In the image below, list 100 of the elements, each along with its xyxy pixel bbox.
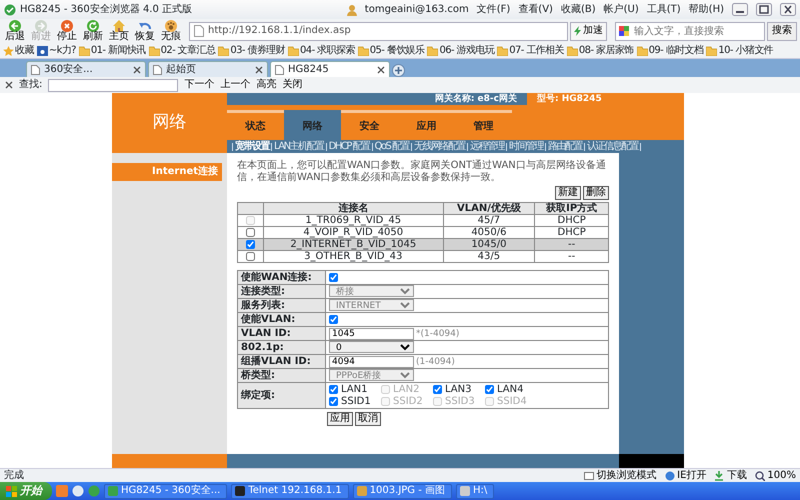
dropdown[interactable]: 0	[329, 341, 414, 354]
close-icon[interactable]	[133, 66, 141, 74]
sub-tab[interactable]: LAN主机配置	[274, 142, 324, 152]
browser-tab[interactable]: HG8245	[270, 61, 390, 77]
close-icon[interactable]	[255, 66, 263, 74]
checkbox[interactable]	[329, 272, 338, 282]
page-icon	[153, 64, 162, 74]
find-field[interactable]	[48, 78, 178, 92]
folder-icon	[497, 46, 508, 56]
bookmark[interactable]: 05- 餐饮娱乐	[358, 44, 424, 56]
folder-icon	[706, 46, 718, 56]
bookmark[interactable]: 04- 求职探索	[288, 44, 355, 56]
search-field[interactable]: 输入文字，直接搜索	[615, 22, 765, 40]
find-button[interactable]: 高亮	[256, 79, 276, 91]
form-button[interactable]: 应用	[327, 412, 353, 426]
gateway-name: 网关名称: e8-c网关	[227, 93, 527, 105]
menu-item[interactable]: 帐户(U)	[604, 4, 639, 16]
maximize-icon[interactable]	[756, 3, 772, 16]
app-icon	[235, 486, 246, 496]
checkbox[interactable]	[329, 314, 338, 324]
bookmark[interactable]: 02- 文章汇总	[148, 44, 216, 56]
table-cell: --	[534, 238, 608, 250]
bookmark[interactable]: ~k力?	[36, 44, 76, 56]
back-button[interactable]: 后退	[3, 20, 27, 42]
menu-item[interactable]: 查看(V)	[518, 4, 553, 16]
checkbox[interactable]	[433, 384, 442, 394]
bookmark[interactable]: 10- 小猪文件	[706, 44, 774, 56]
sub-tab[interactable]: 远程管理	[470, 142, 504, 152]
home-icon	[113, 20, 125, 32]
refresh-button[interactable]: 刷新	[81, 20, 105, 42]
range-hint: *(1-4094)	[416, 328, 460, 338]
status-button[interactable]: IE打开	[664, 470, 706, 482]
menu-item[interactable]: 工具(T)	[646, 4, 681, 16]
sub-tab[interactable]: 无线网络配置	[414, 142, 466, 152]
search-button[interactable]: 搜索	[767, 22, 797, 40]
checkbox[interactable]	[329, 384, 338, 394]
browser-tab[interactable]: 起始页	[148, 61, 268, 77]
stop-button[interactable]: 停止	[55, 20, 79, 42]
checkbox[interactable]	[329, 397, 338, 406]
find-button[interactable]: 下一个	[184, 79, 214, 91]
taskbar-button[interactable]: HG8245 - 360安全...	[104, 484, 228, 498]
bookmark[interactable]: 收藏	[3, 44, 34, 56]
bookmark[interactable]: 01- 新闻快讯	[78, 44, 146, 56]
bookmark[interactable]: 03- 债券理财	[218, 44, 286, 56]
row-checkbox[interactable]	[246, 228, 255, 237]
undo-arrow-icon	[139, 20, 151, 32]
table-cell: 2_INTERNET_B_VID_1045	[264, 238, 444, 250]
form-button[interactable]: 取消	[355, 412, 381, 426]
browser-tab[interactable]: 360安全...	[26, 61, 146, 77]
bookmark[interactable]: 06- 游戏电玩	[427, 44, 494, 56]
close-icon[interactable]	[780, 3, 796, 16]
folder-icon	[636, 46, 648, 56]
sub-tab[interactable]: DHCP 配置	[328, 142, 370, 152]
taskbar-button[interactable]: H:\	[456, 484, 494, 498]
menu-item[interactable]: 帮助(H)	[688, 4, 724, 16]
private-button[interactable]: 无痕	[159, 20, 183, 42]
sub-tab[interactable]: 路由配置	[548, 142, 582, 152]
sub-tab[interactable]: 时间管理	[509, 142, 544, 152]
user-account[interactable]: tomgeaini@163.com	[364, 4, 469, 16]
sub-tab[interactable]: 认证信息配置	[587, 142, 638, 152]
column-header: 获取IP方式	[534, 202, 608, 214]
taskbar-button[interactable]: Telnet 192.168.1.1	[231, 484, 349, 498]
status-button[interactable]: 切换浏览模式	[584, 470, 657, 482]
bookmark[interactable]: 08- 家居家饰	[566, 44, 634, 56]
bookmark[interactable]: 07- 工作相关	[497, 44, 564, 56]
minimize-icon[interactable]	[732, 3, 748, 16]
start-button[interactable]: 开始	[0, 482, 52, 500]
checkbox[interactable]	[485, 384, 494, 394]
option-label: SSID4	[497, 396, 527, 408]
globe-icon	[664, 470, 675, 480]
find-button[interactable]: 关闭	[282, 79, 302, 91]
input-field[interactable]: 1045	[329, 328, 414, 340]
address-bar[interactable]: http://192.168.1.1/index.asp	[189, 22, 568, 40]
taskbar-button[interactable]: 1003.JPG - 画图	[352, 484, 452, 498]
back-arrow-icon	[9, 20, 21, 32]
new-tab-icon[interactable]	[392, 64, 405, 77]
table-button[interactable]: 删除	[583, 186, 609, 200]
page-icon	[275, 64, 284, 74]
folder-icon	[218, 46, 230, 56]
row-checkbox[interactable]	[246, 240, 255, 249]
row-checkbox[interactable]	[246, 252, 255, 261]
sub-tab[interactable]: QoS 配置	[374, 142, 410, 152]
bookmark[interactable]: 09- 临时文档	[636, 44, 704, 56]
home-button[interactable]: 主页	[107, 20, 131, 42]
menu-item[interactable]: 文件(F)	[476, 4, 510, 16]
field-label: VLAN ID:	[238, 326, 326, 340]
status-button[interactable]: 100%	[754, 470, 796, 482]
table-cell: 1045/0	[443, 238, 535, 250]
field-label: 802.1p:	[238, 340, 326, 354]
close-icon[interactable]	[377, 66, 385, 74]
restore-button[interactable]: 恢复	[133, 20, 157, 42]
menu-item[interactable]: 收藏(B)	[560, 4, 596, 16]
speedup-button[interactable]: 加速	[570, 22, 607, 40]
sub-tab[interactable]: 宽带设置	[235, 142, 269, 152]
status-button[interactable]: 下载	[714, 470, 747, 482]
find-button[interactable]: 上一个	[220, 79, 250, 91]
close-icon[interactable]	[5, 81, 13, 89]
quick-launch-icon[interactable]	[72, 485, 84, 497]
input-field[interactable]: 4094	[329, 356, 414, 368]
table-button[interactable]: 新建	[555, 186, 581, 200]
